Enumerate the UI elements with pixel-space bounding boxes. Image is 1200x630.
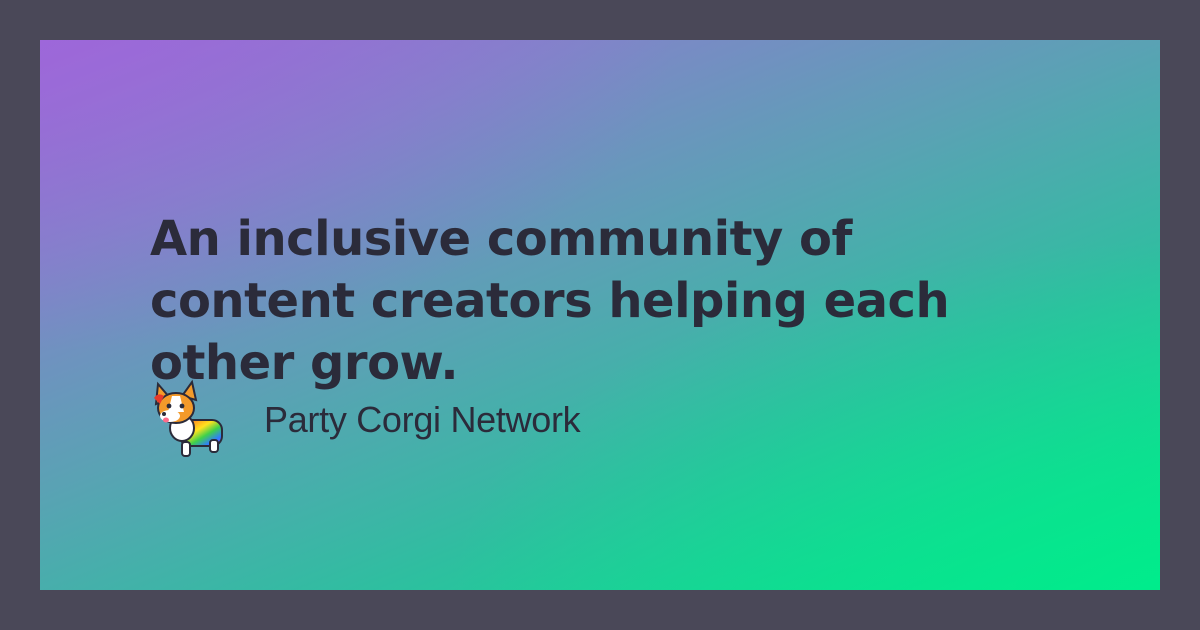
social-card: An inclusive community of content creato…	[40, 40, 1160, 590]
rainbow-corgi-icon	[154, 379, 223, 457]
brand-name: Party Corgi Network	[264, 399, 581, 440]
brand: Party Corgi Network	[150, 378, 581, 462]
headline: An inclusive community of content creato…	[150, 211, 950, 391]
